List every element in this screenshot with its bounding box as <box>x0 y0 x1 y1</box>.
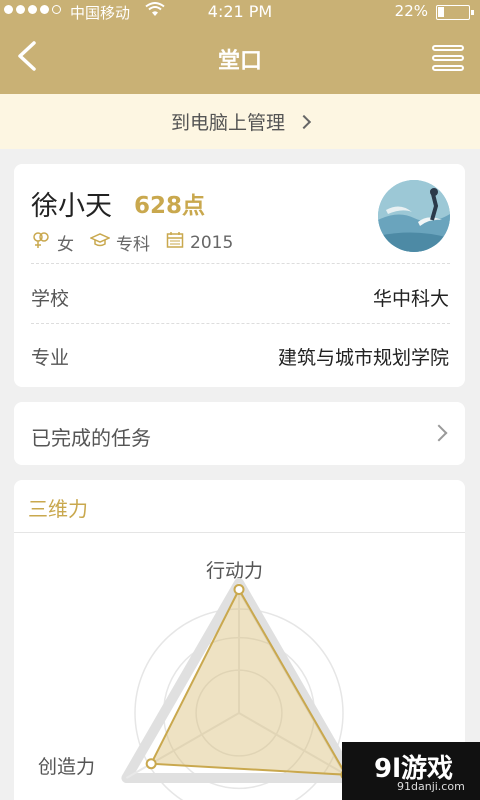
watermark-domain: 91danji.com <box>397 780 465 793</box>
user-points: 628点 <box>134 193 206 219</box>
major-value: 建筑与城市规划学院 <box>277 347 449 369</box>
radar-point <box>145 758 157 770</box>
school-value: 华中科大 <box>372 288 449 310</box>
calendar-icon <box>166 231 184 254</box>
radar-header: 三维力 <box>14 480 465 533</box>
user-education: 专科 <box>116 235 150 255</box>
divider <box>31 263 450 264</box>
avatar[interactable] <box>378 180 450 252</box>
radar-point <box>233 584 245 595</box>
user-gender: 女 <box>57 235 74 255</box>
graduation-cap-icon <box>89 232 111 253</box>
divider <box>31 323 450 324</box>
menu-icon <box>432 45 464 51</box>
battery-icon <box>436 5 474 20</box>
major-label: 专业 <box>31 347 70 369</box>
user-meta: 女 专科 2015 <box>31 230 249 255</box>
completed-tasks-item[interactable]: 已完成的任务 <box>14 402 465 465</box>
chevron-right-icon <box>430 424 448 442</box>
menu-button[interactable] <box>432 45 468 73</box>
avatar-image <box>378 180 450 252</box>
status-bar: 中国移动 4:21 PM 22% <box>0 0 480 24</box>
pc-manage-link[interactable]: 到电脑上管理 <box>0 94 480 149</box>
user-year: 2015 <box>190 232 234 253</box>
nav-bar: 堂口 <box>0 24 480 94</box>
radar-title: 三维力 <box>28 497 88 521</box>
user-name: 徐小天 <box>31 191 112 222</box>
completed-tasks-label: 已完成的任务 <box>31 426 151 450</box>
page-title: 堂口 <box>217 49 262 74</box>
watermark: 9l游戏 91danji.com <box>342 742 480 800</box>
battery-percentage: 22% <box>394 2 428 20</box>
school-label: 学校 <box>31 288 70 310</box>
chevron-right-icon <box>296 114 312 129</box>
profile-card: 徐小天 628点 女 专科 2015 学校 华中科大 专业 建筑与城市规划学院 <box>14 164 465 387</box>
gender-icon <box>31 231 51 254</box>
pc-manage-label: 到电脑上管理 <box>170 112 285 134</box>
